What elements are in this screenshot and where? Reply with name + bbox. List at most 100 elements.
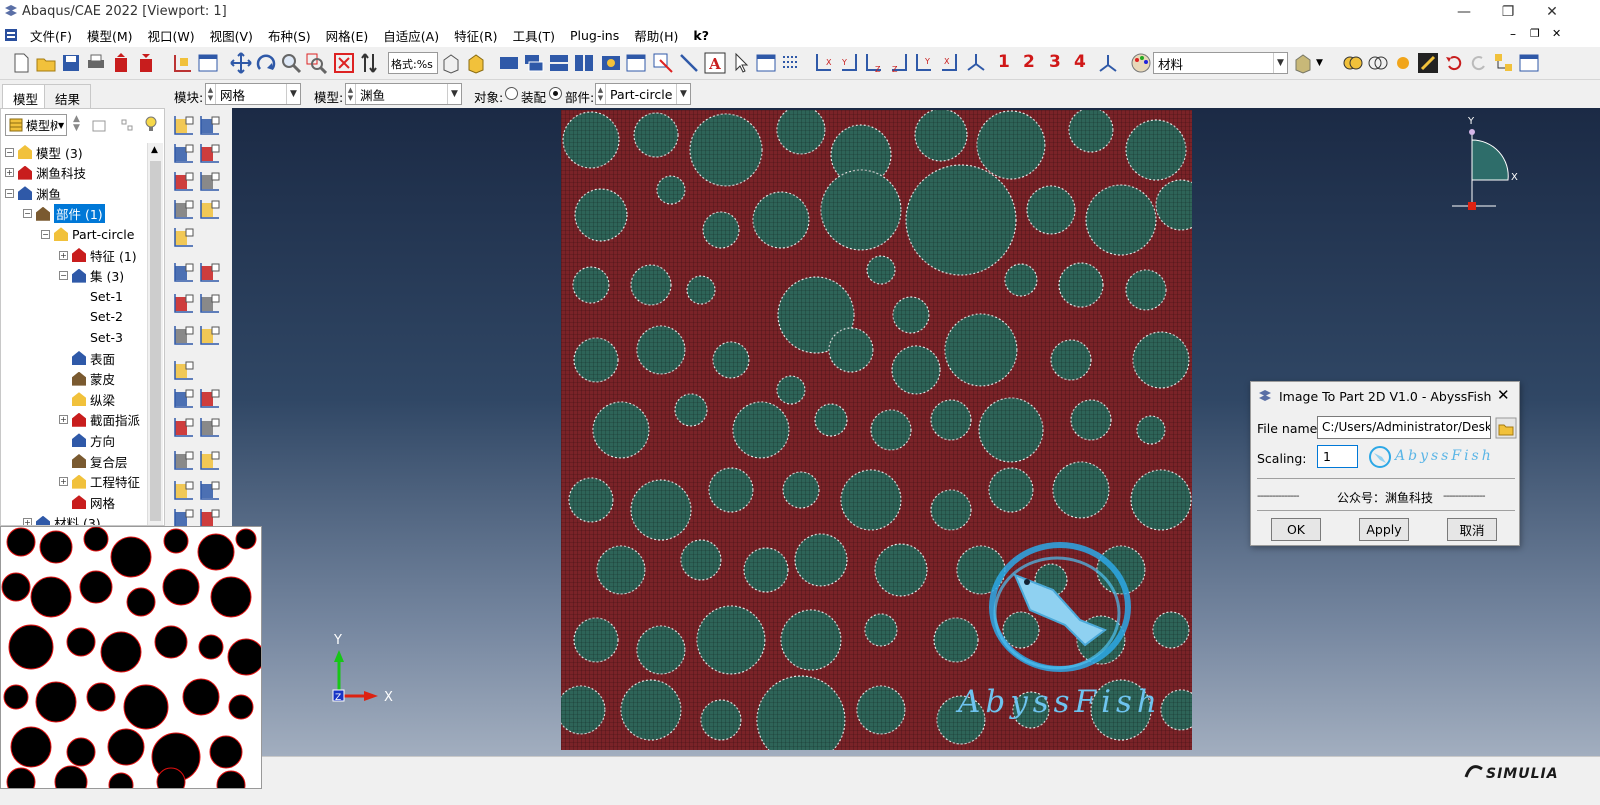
assembly-radio[interactable] <box>505 87 518 100</box>
part-combo[interactable]: ▲ ▼ Part-circle ▼ <box>595 83 691 105</box>
expand-icon[interactable]: + <box>59 250 68 260</box>
tree-item[interactable]: − 模型 (3) <box>5 142 83 162</box>
tree-collapse-icon[interactable] <box>91 117 107 133</box>
menu-seed[interactable]: 布种(S) <box>268 26 311 45</box>
menu-help[interactable]: 帮助(H) <box>634 26 678 45</box>
file-name-input[interactable]: C:/Users/Administrator/Deskt <box>1317 416 1491 439</box>
browse-folder-icon[interactable] <box>1495 417 1517 439</box>
mesh-tool-icon[interactable] <box>172 386 196 410</box>
mesh-tool-icon[interactable] <box>198 169 222 193</box>
view-2-button[interactable]: 2 <box>1023 52 1035 72</box>
display-options-icon[interactable] <box>625 52 647 74</box>
iso-view-icon[interactable] <box>965 52 987 74</box>
tree-item[interactable]: − 部件 (1) <box>23 204 105 224</box>
view-manager-icon[interactable] <box>1518 52 1540 74</box>
tree-item[interactable]: 纵梁 <box>59 389 115 409</box>
selection-list-icon[interactable] <box>780 52 802 74</box>
auto-fit-icon[interactable] <box>333 52 355 74</box>
tree-item[interactable]: Set-1 <box>77 286 123 306</box>
assembly-display-icon[interactable] <box>1292 52 1314 74</box>
material-color-combo[interactable]: 材料 ▼ <box>1153 52 1288 74</box>
box-zoom-icon[interactable] <box>305 52 327 74</box>
mesh-tool-icon[interactable] <box>198 113 222 137</box>
new-file-icon[interactable] <box>10 52 32 74</box>
expand-icon[interactable]: + <box>59 477 68 487</box>
cycle-views-icon[interactable] <box>358 52 380 74</box>
tile-horizontal-icon[interactable] <box>548 52 570 74</box>
tree-item[interactable]: 复合层 <box>59 451 128 471</box>
tab-results[interactable]: 结果 <box>44 84 92 108</box>
mesh-tool-icon[interactable] <box>172 291 196 315</box>
scrollbar-thumb[interactable] <box>150 161 161 521</box>
tree-item[interactable]: + 工程特征 <box>59 472 140 492</box>
mesh-tool-icon[interactable] <box>172 358 196 382</box>
view-zx-icon[interactable]: Y <box>913 52 935 74</box>
view-yx-icon[interactable]: Y <box>838 52 860 74</box>
view-xz-icon[interactable]: X <box>938 52 960 74</box>
view-zy-icon[interactable]: Z <box>888 52 910 74</box>
mesh-tool-icon[interactable] <box>172 260 196 284</box>
select-arrow-icon[interactable] <box>730 52 752 74</box>
lightbulb-icon[interactable] <box>143 115 159 133</box>
view-cascade-icon[interactable] <box>523 52 545 74</box>
render-options-icon[interactable] <box>600 52 622 74</box>
tree-scrollbar[interactable]: ▲ <box>147 143 163 525</box>
sphere-icon[interactable] <box>1392 52 1414 74</box>
boolean-union-icon[interactable] <box>1342 52 1364 74</box>
database-export-icon[interactable] <box>110 52 132 74</box>
expand-icon[interactable]: + <box>5 168 14 178</box>
collapse-icon[interactable]: − <box>41 229 50 239</box>
undo-icon[interactable] <box>1443 52 1465 74</box>
boolean-intersect-icon[interactable] <box>1367 52 1389 74</box>
window-manager-icon[interactable] <box>197 52 219 74</box>
mesh-tool-icon[interactable] <box>172 478 196 502</box>
mdi-minimize-button[interactable]: – <box>1510 27 1516 41</box>
shaded-cube-icon[interactable] <box>465 52 487 74</box>
mesh-tool-icon[interactable] <box>198 141 222 165</box>
document-menu-icon[interactable] <box>4 28 18 42</box>
menu-view[interactable]: 视图(V) <box>210 26 253 45</box>
tree-item[interactable]: − 集 (3) <box>59 266 124 286</box>
menu-model[interactable]: 模型(M) <box>87 26 133 45</box>
collapse-icon[interactable]: − <box>5 188 14 198</box>
mesh-tool-icon[interactable] <box>172 448 196 472</box>
dialog-close-icon[interactable]: ✕ <box>1497 386 1510 404</box>
menu-plugins[interactable]: Plug-ins <box>570 28 619 43</box>
tree-item[interactable]: + 渊鱼科技 <box>5 163 86 183</box>
tree-sort-icon[interactable]: ▲ ▼ <box>73 115 80 133</box>
view-3-button[interactable]: 3 <box>1049 52 1061 72</box>
mesh-tool-icon[interactable] <box>198 448 222 472</box>
zoom-icon[interactable] <box>280 52 302 74</box>
mdi-restore-button[interactable]: ❐ <box>1530 27 1540 40</box>
mesh-tool-icon[interactable] <box>172 197 196 221</box>
mesh-tool-icon[interactable] <box>172 225 196 249</box>
spin-icon[interactable]: ▲ ▼ <box>206 84 216 104</box>
expand-icon[interactable]: + <box>59 415 68 425</box>
highlight-icon[interactable] <box>1417 52 1439 74</box>
tree-item[interactable]: 方向 <box>59 430 115 450</box>
tree-item[interactable]: Set-3 <box>77 327 123 347</box>
mesh-tool-icon[interactable] <box>198 197 222 221</box>
save-icon[interactable] <box>60 52 82 74</box>
expand-icon[interactable]: + <box>23 518 32 525</box>
wireframe-cube-icon[interactable] <box>440 52 462 74</box>
text-annotation-icon[interactable]: A <box>704 52 726 74</box>
model-tree-icon[interactable] <box>1493 52 1515 74</box>
mesh-tool-icon[interactable] <box>198 323 222 347</box>
tree-item[interactable]: − Part-circle <box>41 224 134 244</box>
tree-item[interactable]: 网格 <box>59 492 115 512</box>
scaling-input[interactable]: 1 <box>1317 445 1358 468</box>
mesh-tool-icon[interactable] <box>198 386 222 410</box>
print-icon[interactable] <box>85 52 107 74</box>
pan-icon[interactable] <box>230 52 252 74</box>
tab-model[interactable]: 模型 <box>2 84 50 108</box>
mesh-tool-icon[interactable] <box>198 291 222 315</box>
tree-filter-icon[interactable] <box>119 117 135 133</box>
mesh-tool-icon[interactable] <box>172 415 196 439</box>
scroll-up-icon[interactable]: ▲ <box>151 145 158 155</box>
menu-tools[interactable]: 工具(T) <box>513 26 555 45</box>
mesh-tool-icon[interactable] <box>198 260 222 284</box>
module-combo[interactable]: ▲ ▼ 网格 ▼ <box>205 83 301 105</box>
collapse-icon[interactable]: − <box>5 147 14 157</box>
context-help-icon[interactable]: k? <box>693 28 709 43</box>
